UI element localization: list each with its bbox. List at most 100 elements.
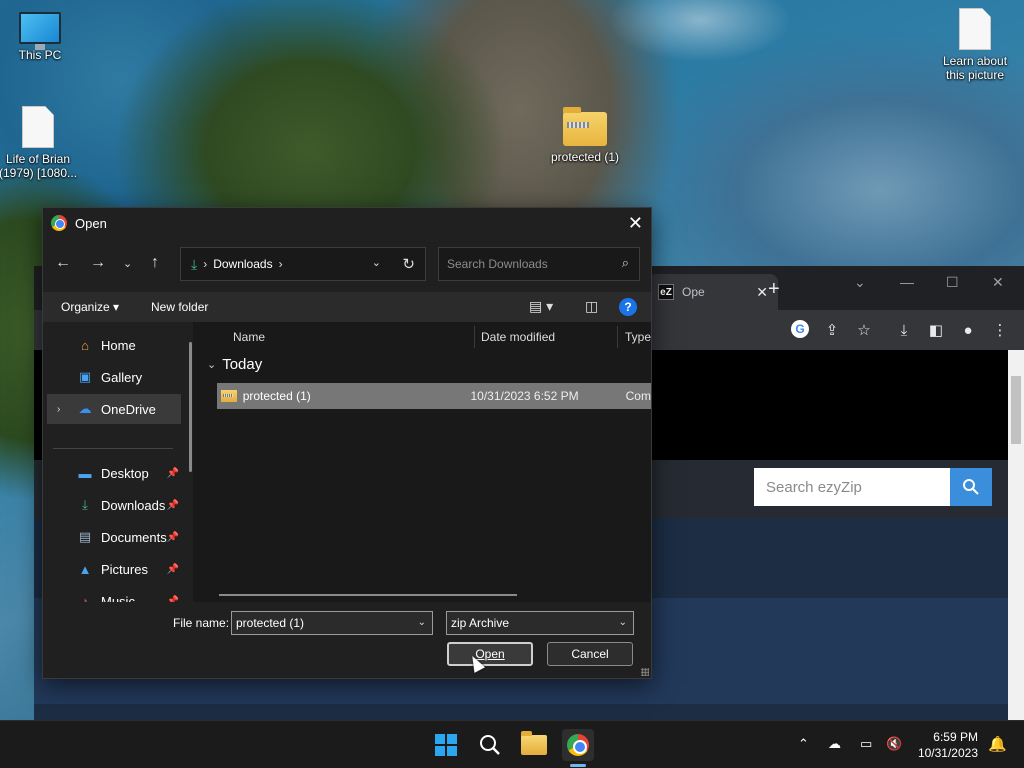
folder-icon	[521, 731, 547, 755]
scrollbar-thumb[interactable]	[1011, 376, 1021, 444]
sidebar-item-gallery[interactable]: ▣ Gallery	[47, 362, 181, 392]
column-divider[interactable]	[617, 326, 618, 348]
address-dropdown-icon[interactable]: ⌄	[372, 256, 381, 269]
show-hidden-icons-chevron-icon[interactable]: ⌃	[798, 736, 809, 752]
expand-chevron-icon[interactable]: ›	[57, 404, 60, 415]
close-dialog-button[interactable]: ✕	[628, 213, 643, 234]
network-icon[interactable]: ▭	[860, 736, 872, 752]
new-tab-button[interactable]: +	[768, 278, 780, 301]
desktop-icon-label: Life of Brian (1979) [1080...	[0, 152, 78, 180]
address-bar[interactable]: ⤓ › Downloads › ⌄ ↻	[180, 247, 426, 281]
file-list: Name Date modified Type ⌄ Today protecte…	[201, 322, 651, 602]
sidebar-item-music[interactable]: ♪ Music 📌	[47, 586, 181, 603]
clock-date: 10/31/2023	[917, 746, 978, 760]
share-icon[interactable]: ⇪	[822, 320, 842, 340]
pin-icon: 📌	[166, 499, 179, 511]
column-header-name[interactable]: Name	[233, 330, 265, 344]
downloads-icon: ⤓	[82, 497, 88, 512]
file-type-value: zip Archive	[451, 616, 510, 630]
browser-tab-title: Ope	[682, 285, 705, 299]
system-clock[interactable]: 6:59 PM 10/31/2023	[902, 729, 978, 761]
pin-icon: 📌	[166, 563, 179, 575]
browser-tab[interactable]: eZ Ope ✕	[648, 274, 778, 310]
desktop-icon-protected-zip[interactable]: protected (1)	[545, 107, 625, 164]
file-row[interactable]: protected (1) 10/31/2023 6:52 PM Com	[217, 383, 651, 409]
profile-icon[interactable]: ●	[958, 320, 978, 340]
resize-grip[interactable]	[641, 668, 649, 676]
file-icon	[959, 8, 991, 50]
desktop-icon-label: This PC	[18, 48, 62, 62]
sidebar-item-desktop[interactable]: ▬ Desktop 📌	[47, 458, 181, 488]
sidebar-item-documents[interactable]: ▤ Documents 📌	[47, 522, 181, 552]
forward-arrow-icon[interactable]: →	[90, 254, 106, 272]
desktop-icon-life-of-brian[interactable]: Life of Brian (1979) [1080...	[0, 106, 78, 180]
file-type-select[interactable]: zip Archive ⌄	[446, 611, 634, 635]
new-folder-button[interactable]: New folder	[151, 300, 208, 314]
close-tab-icon[interactable]: ✕	[756, 284, 768, 301]
help-icon[interactable]: ?	[619, 298, 637, 316]
notification-bell-icon[interactable]: 🔔	[988, 735, 1007, 753]
onedrive-cloud-icon[interactable]: ☁	[828, 736, 841, 752]
gallery-icon: ▣	[78, 369, 92, 384]
sidebar-item-pictures[interactable]: ▲ Pictures 📌	[47, 554, 181, 584]
site-search-input[interactable]: Search ezyZip	[754, 468, 950, 506]
preview-pane-icon[interactable]: ◫	[585, 298, 598, 315]
sidebar-item-home[interactable]: ⌂ Home	[47, 330, 181, 360]
site-search-button[interactable]	[950, 468, 992, 506]
maximize-button[interactable]: ☐	[946, 274, 959, 291]
desktop-icon-this-pc[interactable]: This PC	[0, 12, 80, 62]
dialog-title-bar: Open	[43, 208, 651, 238]
navigation-pane: ⌂ Home ▣ Gallery › ☁ OneDrive ▬ Desktop 📌 ⤓ Dow…	[43, 322, 193, 602]
bookmark-star-icon[interactable]: ☆	[854, 320, 874, 340]
recent-locations-chevron-icon[interactable]: ⌄	[123, 257, 132, 270]
search-button[interactable]	[474, 729, 506, 761]
breadcrumb-chevron-icon: ›	[203, 257, 208, 271]
collapse-chevron-icon[interactable]: ⌄	[207, 358, 216, 371]
file-name-value: protected (1)	[236, 616, 305, 630]
command-bar: Organize ▾ New folder ▤ ▾ ◫ ?	[43, 292, 651, 322]
sidebar-item-label: Desktop	[101, 465, 149, 481]
desktop-icon-learn-about-picture[interactable]: Learn about this picture	[935, 8, 1015, 82]
sidebar-item-label: Music	[101, 593, 135, 603]
sidebar-item-downloads[interactable]: ⤓ Downloads 📌	[47, 490, 181, 520]
search-placeholder: Search Downloads	[447, 257, 548, 271]
chevron-down-icon[interactable]: ⌄	[418, 617, 426, 628]
group-header-today[interactable]: ⌄ Today	[207, 356, 262, 373]
dialog-title: Open	[75, 215, 107, 231]
horizontal-scrollbar[interactable]	[219, 594, 517, 596]
download-icon[interactable]: ⤓	[894, 320, 914, 340]
organize-button[interactable]: Organize ▾	[61, 300, 119, 314]
side-panel-icon[interactable]: ◧	[926, 320, 946, 340]
up-arrow-icon[interactable]: ↑	[151, 254, 159, 272]
page-scrollbar[interactable]	[1008, 350, 1024, 720]
chrome-taskbar-button[interactable]	[562, 729, 594, 761]
back-arrow-icon[interactable]: ←	[55, 254, 71, 272]
column-header-type[interactable]: Type	[625, 330, 651, 344]
monitor-icon	[19, 12, 61, 50]
zip-folder-icon	[563, 107, 607, 146]
refresh-icon[interactable]: ↻	[402, 255, 415, 273]
cancel-button[interactable]: Cancel	[547, 642, 633, 666]
sidebar-item-onedrive[interactable]: › ☁ OneDrive	[47, 394, 181, 424]
start-button[interactable]	[430, 729, 462, 761]
open-button[interactable]: Open	[447, 642, 533, 666]
google-icon[interactable]: G	[791, 320, 809, 338]
sidebar-scrollbar[interactable]	[189, 342, 192, 472]
close-window-button[interactable]: ✕	[992, 274, 1004, 291]
file-name-field[interactable]: protected (1) ⌄	[231, 611, 433, 635]
volume-muted-icon[interactable]: 🔇	[886, 736, 902, 752]
search-input[interactable]: Search Downloads ⌕	[438, 247, 640, 281]
breadcrumb-downloads[interactable]: Downloads	[213, 257, 272, 271]
column-divider[interactable]	[474, 326, 475, 348]
menu-kebab-icon[interactable]: ⋮	[990, 320, 1010, 340]
sidebar-item-label: Gallery	[101, 369, 143, 385]
minimize-button[interactable]: —	[900, 274, 914, 290]
sidebar-item-label: Documents	[101, 529, 167, 545]
navigation-bar: ← → ⌄ ↑ ⤓ › Downloads › ⌄ ↻ Search Downl…	[43, 246, 651, 282]
breadcrumb-chevron-icon[interactable]: ›	[279, 257, 283, 271]
column-header-date-modified[interactable]: Date modified	[481, 330, 555, 344]
group-label: Today	[222, 356, 263, 373]
tab-search-icon[interactable]: ⌄	[854, 274, 866, 291]
view-list-icon[interactable]: ▤ ▾	[529, 298, 553, 315]
file-explorer-button[interactable]	[518, 729, 550, 761]
